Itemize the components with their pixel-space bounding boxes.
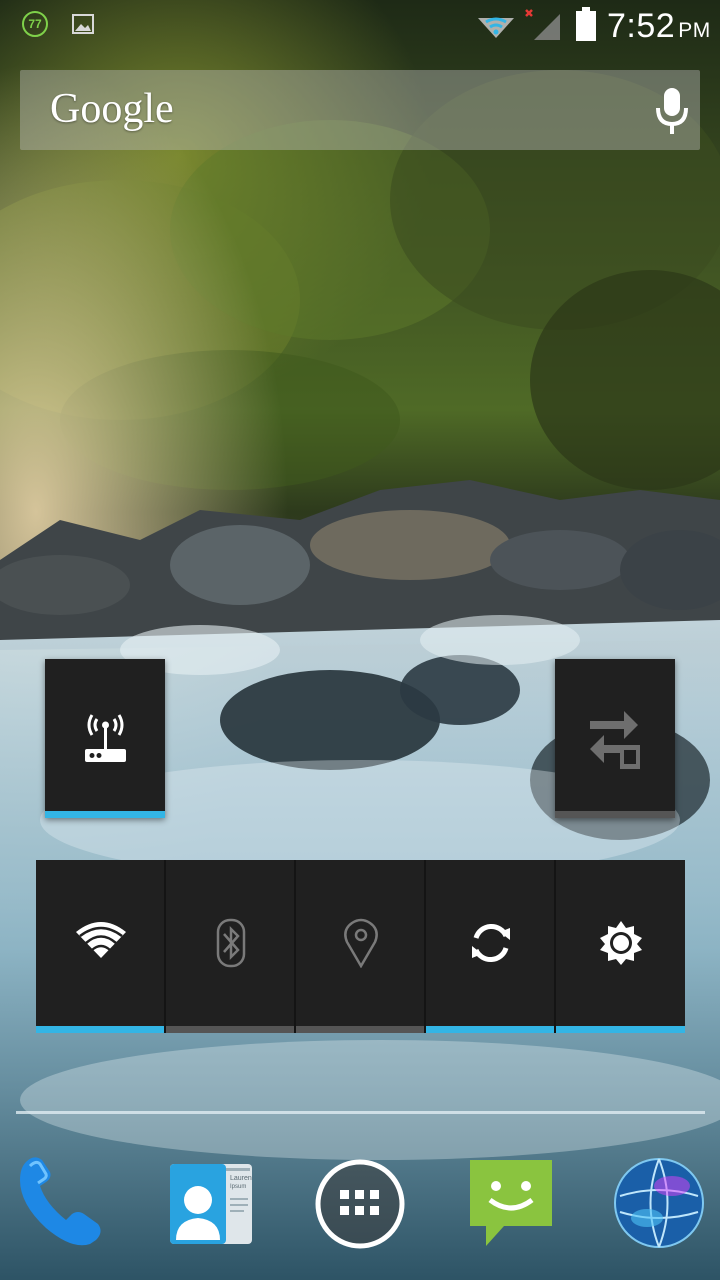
gps-state-indicator [296,1026,424,1033]
sync-toggle[interactable] [426,860,556,1033]
battery-icon [576,7,596,41]
bluetooth-toggle[interactable] [166,860,296,1033]
brightness-icon [600,921,642,965]
wifi-toggle[interactable] [36,860,166,1033]
contacts-icon: Lauren Ipsum [170,1164,252,1244]
microphone-icon[interactable] [653,86,691,136]
wifi-state-indicator [36,1026,164,1033]
svg-text:Ipsum: Ipsum [230,1184,246,1190]
google-search-bar[interactable]: Google [20,70,700,150]
gps-toggle[interactable] [296,860,426,1033]
bluetooth-icon [216,918,246,968]
phone-app[interactable] [12,1150,108,1250]
hotspot-toggle-widget[interactable] [45,659,165,818]
location-pin-icon [344,918,378,968]
wifi-icon [76,922,126,958]
dock-divider [16,1111,705,1114]
wifi-hotspot-router-icon [85,714,126,762]
hotspot-state-indicator [45,811,165,818]
brightness-state-indicator [556,1026,685,1033]
clock: 7:52 PM [607,7,711,45]
update-badge-icon: 77 [22,11,48,37]
power-control-widget [36,860,685,1033]
svg-text:Lauren: Lauren [230,1175,252,1182]
gallery-icon [72,14,94,34]
contacts-app[interactable]: Lauren Ipsum [166,1158,256,1248]
app-drawer-button[interactable] [314,1158,406,1250]
google-logo[interactable]: Google [50,84,174,134]
sync-icon [472,924,510,962]
messaging-icon [470,1160,552,1246]
signal-icons [478,9,560,40]
mobile-data-transfer-icon [590,711,640,769]
status-bar[interactable]: 77 7:52 PM [0,0,720,50]
mobile-signal-no-data-icon [525,9,560,40]
mobile-data-state-indicator [555,811,675,818]
phone-icon [20,1157,101,1246]
messaging-app[interactable] [464,1156,558,1250]
sync-state-indicator [426,1026,554,1033]
bluetooth-state-indicator [166,1026,294,1033]
mobile-data-toggle-widget[interactable] [555,659,675,818]
wifi-hotspot-icon [478,17,514,38]
wallpaper [0,0,720,1280]
browser-globe-icon [614,1158,704,1248]
brightness-toggle[interactable] [556,860,685,1033]
browser-app[interactable] [612,1156,706,1250]
app-drawer-icon [315,1159,405,1249]
